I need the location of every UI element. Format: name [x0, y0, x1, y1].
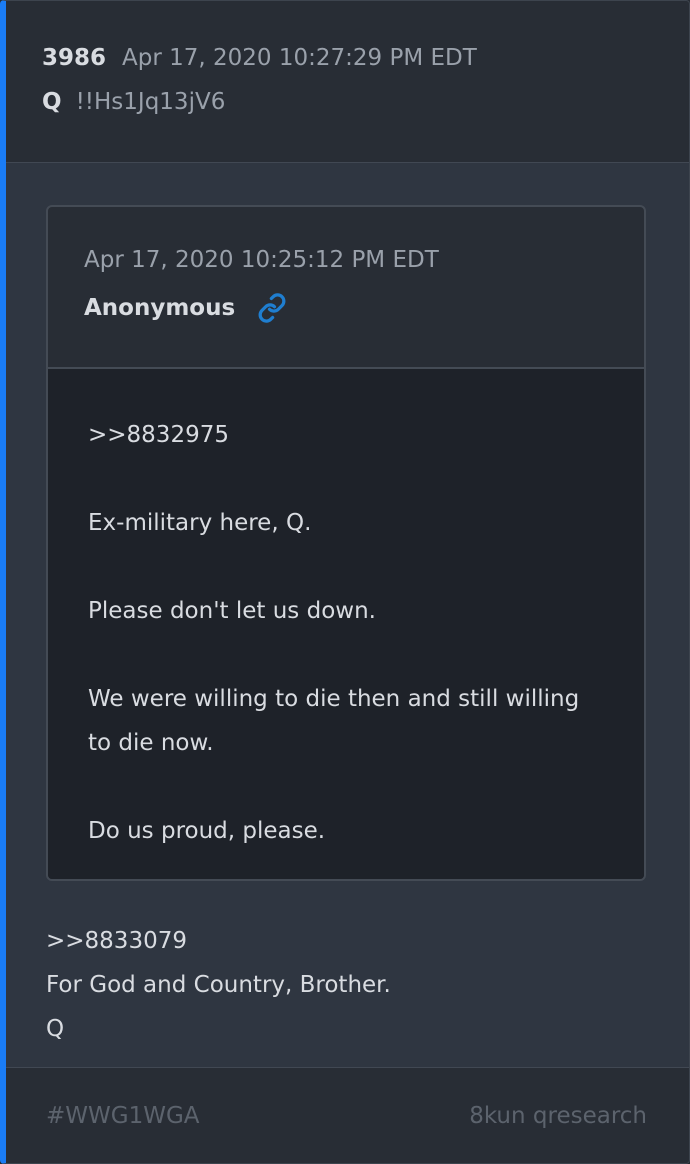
quoted-post-author: Anonymous: [84, 295, 236, 321]
reply-reference-link[interactable]: >>8833079: [46, 919, 689, 963]
post-card: 3986 Apr 17, 2020 10:27:29 PM EDT Q !!Hs…: [0, 0, 690, 1164]
post-number: 3986: [42, 45, 107, 71]
post-footer: #WWG1WGA 8kun qresearch: [6, 1067, 689, 1163]
quoted-post-header: Apr 17, 2020 10:25:12 PM EDT Anonymous: [48, 207, 644, 369]
source-label: 8kun qresearch: [469, 1102, 647, 1129]
link-icon[interactable]: [257, 293, 287, 323]
quoted-post-line: Ex-military here, Q.: [88, 510, 312, 536]
quoted-post-line: Please don't let us down.: [88, 598, 376, 624]
reply-line: For God and Country, Brother.: [46, 972, 391, 998]
quoted-post-author-line: Anonymous: [84, 291, 644, 325]
reply-signature: Q: [46, 1016, 65, 1042]
quoted-post-reference-link[interactable]: >>8832975: [88, 413, 604, 457]
quoted-post-date: Apr 17, 2020 10:25:12 PM EDT: [84, 247, 439, 273]
quoted-post: Apr 17, 2020 10:25:12 PM EDT Anonymous >…: [46, 205, 646, 881]
post-tripcode: !!Hs1Jq13jV6: [75, 89, 226, 115]
post-header: 3986 Apr 17, 2020 10:27:29 PM EDT Q !!Hs…: [6, 1, 689, 163]
post-date: Apr 17, 2020 10:27:29 PM EDT: [122, 45, 477, 71]
quoted-post-line: We were willing to die then and still wi…: [88, 686, 580, 756]
post-meta-line: 3986 Apr 17, 2020 10:27:29 PM EDT: [42, 45, 689, 79]
quoted-post-line: Do us proud, please.: [88, 818, 326, 844]
quoted-post-text: >>8832975 Ex-military here, Q. Please do…: [48, 369, 644, 879]
post-body: Apr 17, 2020 10:25:12 PM EDT Anonymous >…: [6, 163, 689, 1051]
post-author-line: Q !!Hs1Jq13jV6: [42, 89, 689, 123]
hashtag-label: #WWG1WGA: [46, 1102, 200, 1129]
reply-text: >>8833079 For God and Country, Brother. …: [46, 881, 689, 1051]
post-author: Q: [42, 89, 62, 115]
